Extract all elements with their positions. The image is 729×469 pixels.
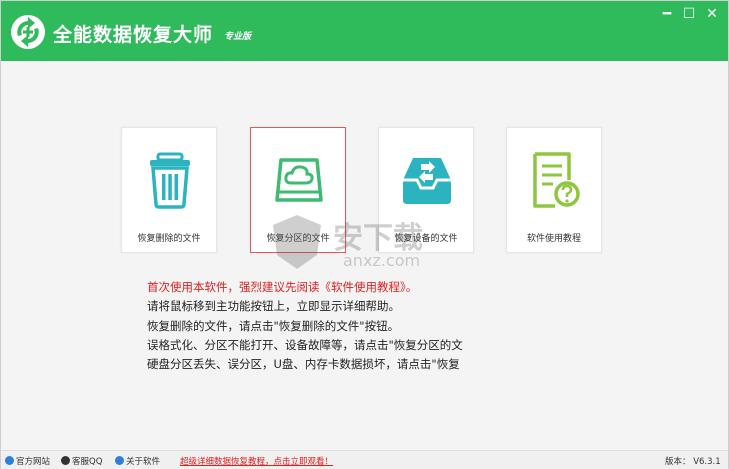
support-qq-label: 客服QQ — [72, 457, 103, 467]
app-logo-icon — [11, 15, 45, 49]
status-bar: 官方网站 客服QQ 关于软件 超级详细数据恢复教程，点击立即观看！ 版本： V6… — [1, 450, 728, 469]
title-bar[interactable]: 全能数据恢复大师 专业版 ━ ☐ ✕ — [1, 1, 728, 61]
instruction-line: 恢复删除的文件，请点击"恢复删除的文件"按钮。 — [147, 318, 400, 333]
instruction-line: 请将鼠标移到主功能按钮上，立即显示详细帮助。 — [147, 299, 400, 314]
close-button[interactable]: ✕ — [703, 6, 721, 22]
version-label: 版本： V6.3.1 — [665, 457, 721, 467]
app-window: 全能数据恢复大师 专业版 ━ ☐ ✕ 恢复删除的文件 恢复分区的文件 恢复设备的… — [0, 0, 729, 469]
card-label: 恢复分区的文件 — [266, 234, 330, 244]
recover-partition-files-button[interactable]: 恢复分区的文件 — [250, 127, 346, 253]
instruction-line: 首次使用本软件，强烈建议先阅读《软件使用教程》。 — [147, 280, 418, 294]
instruction-line: 硬盘分区丢失、误分区，U盘、内存卡数据损坏，请点击"恢复 — [147, 357, 460, 372]
tutorial-promo-link[interactable]: 超级详细数据恢复教程，点击立即观看！ — [180, 455, 333, 467]
tutorial-button[interactable]: 软件使用教程 — [506, 127, 602, 253]
drive-cloud-icon — [275, 158, 323, 202]
recover-deleted-files-button[interactable]: 恢复删除的文件 — [121, 127, 217, 253]
qq-penguin-icon — [61, 456, 70, 465]
official-website-label: 官方网站 — [16, 457, 51, 467]
support-qq-link[interactable]: 客服QQ — [61, 455, 102, 467]
instructions-panel: 首次使用本软件，强烈建议先阅读《软件使用教程》。 请将鼠标移到主功能按钮上，立即… — [147, 278, 463, 374]
instruction-line: 误格式化、分区不能打开、设备故障等，请点击"恢复分区的文 — [147, 337, 463, 352]
trash-can-icon — [150, 152, 190, 209]
app-edition-badge: 专业版 — [224, 32, 252, 42]
info-icon — [115, 456, 124, 465]
watermark-url: anxz.com — [343, 251, 421, 270]
about-label: 关于软件 — [126, 457, 161, 467]
about-link[interactable]: 关于软件 — [115, 455, 160, 467]
globe-icon — [5, 456, 14, 465]
minimize-button[interactable]: ━ — [658, 6, 676, 22]
maximize-button[interactable]: ☐ — [680, 6, 698, 22]
card-label: 软件使用教程 — [526, 234, 581, 244]
recover-device-files-button[interactable]: 恢复设备的文件 — [378, 127, 474, 253]
official-website-link[interactable]: 官方网站 — [5, 455, 50, 467]
document-help-icon — [533, 152, 580, 208]
card-label: 恢复设备的文件 — [394, 234, 458, 244]
inbox-transfer-icon — [403, 158, 451, 204]
card-label: 恢复删除的文件 — [137, 234, 201, 244]
app-title: 全能数据恢复大师 — [53, 24, 214, 46]
